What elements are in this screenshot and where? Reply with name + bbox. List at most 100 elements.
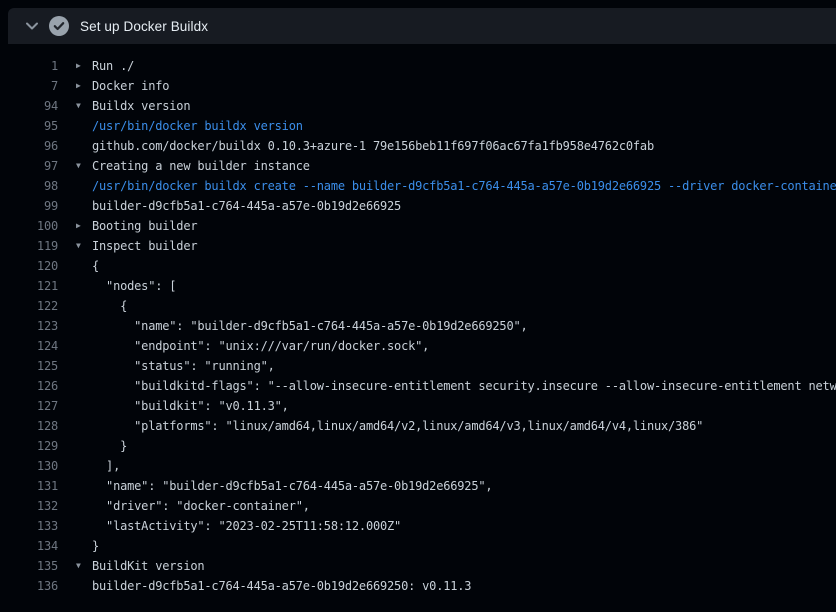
line-number-link[interactable]: 127	[8, 396, 58, 416]
line-number-link[interactable]: 133	[8, 516, 58, 536]
log-line-text[interactable]: Inspect builder	[92, 236, 836, 256]
disclosure-triangle-icon[interactable]: ▶	[76, 216, 92, 236]
disclosure-triangle-icon[interactable]: ▼	[76, 156, 92, 176]
line-number-link[interactable]: 124	[8, 336, 58, 356]
log-line: 95 /usr/bin/docker buildx version	[8, 116, 836, 136]
log-line[interactable]: 7 ▶ Docker info	[8, 76, 836, 96]
disclosure-triangle-icon	[76, 496, 92, 516]
log-line-text: "lastActivity": "2023-02-25T11:58:12.000…	[92, 516, 836, 536]
line-number-link[interactable]: 132	[8, 496, 58, 516]
disclosure-triangle-icon	[76, 256, 92, 276]
disclosure-triangle-icon[interactable]: ▶	[76, 56, 92, 76]
disclosure-triangle-icon	[76, 136, 92, 156]
log-line[interactable]: 1 ▶ Run ./	[8, 56, 836, 76]
log-line-text: builder-d9cfb5a1-c764-445a-a57e-0b19d2e6…	[92, 576, 836, 596]
log-line-text: /usr/bin/docker buildx create --name bui…	[92, 176, 836, 196]
line-number-link[interactable]: 99	[8, 196, 58, 216]
disclosure-triangle-icon[interactable]: ▶	[76, 76, 92, 96]
log-line[interactable]: 119 ▼ Inspect builder	[8, 236, 836, 256]
disclosure-triangle-icon	[76, 196, 92, 216]
disclosure-triangle-icon	[76, 516, 92, 536]
step-header[interactable]: Set up Docker Buildx	[8, 8, 836, 44]
disclosure-triangle-icon[interactable]: ▼	[76, 236, 92, 256]
log-line-text[interactable]: BuildKit version	[92, 556, 836, 576]
disclosure-triangle-icon[interactable]: ▼	[76, 96, 92, 116]
disclosure-triangle-icon	[76, 356, 92, 376]
line-number-link[interactable]: 135	[8, 556, 58, 576]
step-log-card: Set up Docker Buildx 1 ▶ Run ./ 7 ▶ Dock…	[8, 8, 836, 596]
log-line: 130 ],	[8, 456, 836, 476]
log-line-text: {	[92, 256, 836, 276]
line-number-link[interactable]: 131	[8, 476, 58, 496]
log-line[interactable]: 97 ▼ Creating a new builder instance	[8, 156, 836, 176]
line-number-link[interactable]: 128	[8, 416, 58, 436]
disclosure-triangle-icon	[76, 116, 92, 136]
line-number-link[interactable]: 126	[8, 376, 58, 396]
log-line: 125 "status": "running",	[8, 356, 836, 376]
line-number-link[interactable]: 125	[8, 356, 58, 376]
disclosure-triangle-icon[interactable]: ▼	[76, 556, 92, 576]
log-line-text[interactable]: Buildx version	[92, 96, 836, 116]
log-line-text[interactable]: Docker info	[92, 76, 836, 96]
line-number-link[interactable]: 120	[8, 256, 58, 276]
line-number-link[interactable]: 122	[8, 296, 58, 316]
line-number-link[interactable]: 123	[8, 316, 58, 336]
log-line-text: /usr/bin/docker buildx version	[92, 116, 836, 136]
line-number-link[interactable]: 100	[8, 216, 58, 236]
line-number-link[interactable]: 97	[8, 156, 58, 176]
log-line-text: "buildkitd-flags": "--allow-insecure-ent…	[92, 376, 836, 396]
log-line: 127 "buildkit": "v0.11.3",	[8, 396, 836, 416]
log-line: 124 "endpoint": "unix:///var/run/docker.…	[8, 336, 836, 356]
line-number-link[interactable]: 94	[8, 96, 58, 116]
log-line: 133 "lastActivity": "2023-02-25T11:58:12…	[8, 516, 836, 536]
disclosure-triangle-icon	[76, 316, 92, 336]
line-number-link[interactable]: 96	[8, 136, 58, 156]
log-line-text: "platforms": "linux/amd64,linux/amd64/v2…	[92, 416, 836, 436]
disclosure-triangle-icon	[76, 456, 92, 476]
line-number-link[interactable]: 121	[8, 276, 58, 296]
log-line: 120 {	[8, 256, 836, 276]
log-line-text: builder-d9cfb5a1-c764-445a-a57e-0b19d2e6…	[92, 196, 836, 216]
log-line[interactable]: 135 ▼ BuildKit version	[8, 556, 836, 576]
disclosure-triangle-icon	[76, 296, 92, 316]
log-line-text: }	[92, 536, 836, 556]
disclosure-triangle-icon	[76, 176, 92, 196]
log-line-text[interactable]: Run ./	[92, 56, 836, 76]
log-line: 129 }	[8, 436, 836, 456]
line-number-link[interactable]: 119	[8, 236, 58, 256]
line-number-link[interactable]: 1	[8, 56, 58, 76]
log-line-text: "status": "running",	[92, 356, 836, 376]
line-number-link[interactable]: 129	[8, 436, 58, 456]
log-line-text: "buildkit": "v0.11.3",	[92, 396, 836, 416]
log-line: 96 github.com/docker/buildx 0.10.3+azure…	[8, 136, 836, 156]
log-line-text[interactable]: Creating a new builder instance	[92, 156, 836, 176]
line-number-link[interactable]: 130	[8, 456, 58, 476]
disclosure-triangle-icon	[76, 436, 92, 456]
log-line-text: "driver": "docker-container",	[92, 496, 836, 516]
line-number-link[interactable]: 134	[8, 536, 58, 556]
log-line-text: ],	[92, 456, 836, 476]
log-line: 121 "nodes": [	[8, 276, 836, 296]
line-number-link[interactable]: 136	[8, 576, 58, 596]
line-number-link[interactable]: 95	[8, 116, 58, 136]
log-line-text[interactable]: Booting builder	[92, 216, 836, 236]
disclosure-triangle-icon	[76, 396, 92, 416]
log-line: 99 builder-d9cfb5a1-c764-445a-a57e-0b19d…	[8, 196, 836, 216]
check-circle-icon	[49, 16, 69, 36]
log-line[interactable]: 94 ▼ Buildx version	[8, 96, 836, 116]
log-line-text: "name": "builder-d9cfb5a1-c764-445a-a57e…	[92, 316, 836, 336]
log-line[interactable]: 100 ▶ Booting builder	[8, 216, 836, 236]
disclosure-triangle-icon	[76, 476, 92, 496]
disclosure-triangle-icon	[76, 536, 92, 556]
log-line-text: }	[92, 436, 836, 456]
line-number-link[interactable]: 7	[8, 76, 58, 96]
disclosure-triangle-icon	[76, 376, 92, 396]
log-line-text: "name": "builder-d9cfb5a1-c764-445a-a57e…	[92, 476, 836, 496]
line-number-link[interactable]: 98	[8, 176, 58, 196]
chevron-down-icon[interactable]	[26, 20, 38, 32]
log-line: 126 "buildkitd-flags": "--allow-insecure…	[8, 376, 836, 396]
log-line: 132 "driver": "docker-container",	[8, 496, 836, 516]
log-body: 1 ▶ Run ./ 7 ▶ Docker info 94 ▼ Buildx v…	[8, 44, 836, 596]
log-line-text: "nodes": [	[92, 276, 836, 296]
log-line: 122 {	[8, 296, 836, 316]
